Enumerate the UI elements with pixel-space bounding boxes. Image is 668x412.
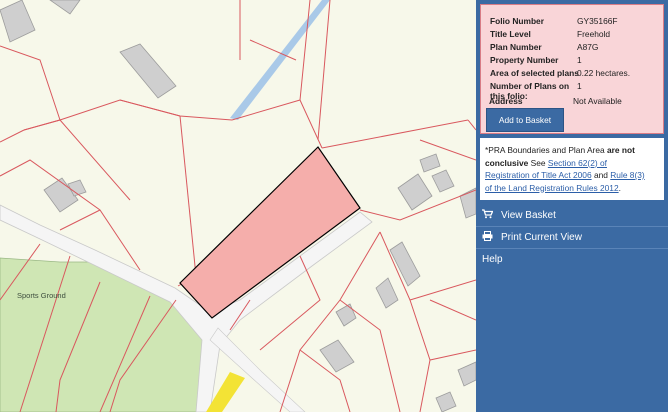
plan-number-label: Plan Number bbox=[490, 42, 542, 52]
address-label: Address bbox=[489, 96, 523, 106]
folio-number-label: Folio Number bbox=[490, 16, 544, 26]
property-number-value: 1 bbox=[577, 55, 582, 65]
area-value: 0.22 hectares. bbox=[577, 68, 631, 78]
notice-prefix: *PRA Boundaries and Plan Area bbox=[485, 145, 605, 155]
notice-see: See bbox=[530, 157, 546, 168]
notice-bold-2: conclusive bbox=[485, 157, 529, 168]
map-canvas[interactable]: Sports Ground bbox=[0, 0, 476, 412]
add-to-basket-button[interactable]: Add to Basket bbox=[486, 108, 564, 132]
rule-8-link-cont[interactable]: of the Land Registration Rules 2012 bbox=[485, 183, 619, 193]
plan-number-value: A87G bbox=[577, 42, 599, 52]
address-value: Not Available bbox=[573, 96, 622, 106]
cart-icon bbox=[482, 208, 494, 222]
print-view-menu-item[interactable]: Print Current View bbox=[476, 226, 668, 248]
view-basket-label: View Basket bbox=[501, 209, 556, 221]
help-menu-item[interactable]: Help bbox=[476, 248, 668, 270]
property-number-label: Property Number bbox=[490, 55, 559, 65]
boundaries-notice: *PRA Boundaries and Plan Area are not co… bbox=[480, 138, 664, 200]
title-level-label: Title Level bbox=[490, 29, 531, 39]
folio-number-value: GY35166F bbox=[577, 16, 618, 26]
view-basket-menu-item[interactable]: View Basket bbox=[476, 204, 668, 226]
side-panel: Folio Number GY35166F Title Level Freeho… bbox=[476, 0, 668, 412]
notice-bold-1: are not bbox=[607, 145, 635, 155]
section-62-link-cont[interactable]: Registration of Title Act 2006 bbox=[485, 170, 592, 180]
area-label: Area of selected plans bbox=[490, 68, 579, 78]
sports-ground-label: Sports Ground bbox=[17, 291, 66, 300]
title-level-value: Freehold bbox=[577, 29, 611, 39]
rule-8-link[interactable]: Rule 8(3) bbox=[610, 170, 644, 180]
print-view-label: Print Current View bbox=[501, 231, 582, 243]
notice-and: and bbox=[593, 170, 608, 180]
notice-end: . bbox=[618, 182, 621, 193]
help-label: Help bbox=[482, 253, 503, 265]
printer-icon bbox=[482, 230, 494, 244]
plans-count-value: 1 bbox=[577, 81, 582, 91]
plans-count-label: Number of Plans on bbox=[490, 81, 570, 91]
section-62-link[interactable]: Section 62(2) of bbox=[548, 158, 607, 168]
